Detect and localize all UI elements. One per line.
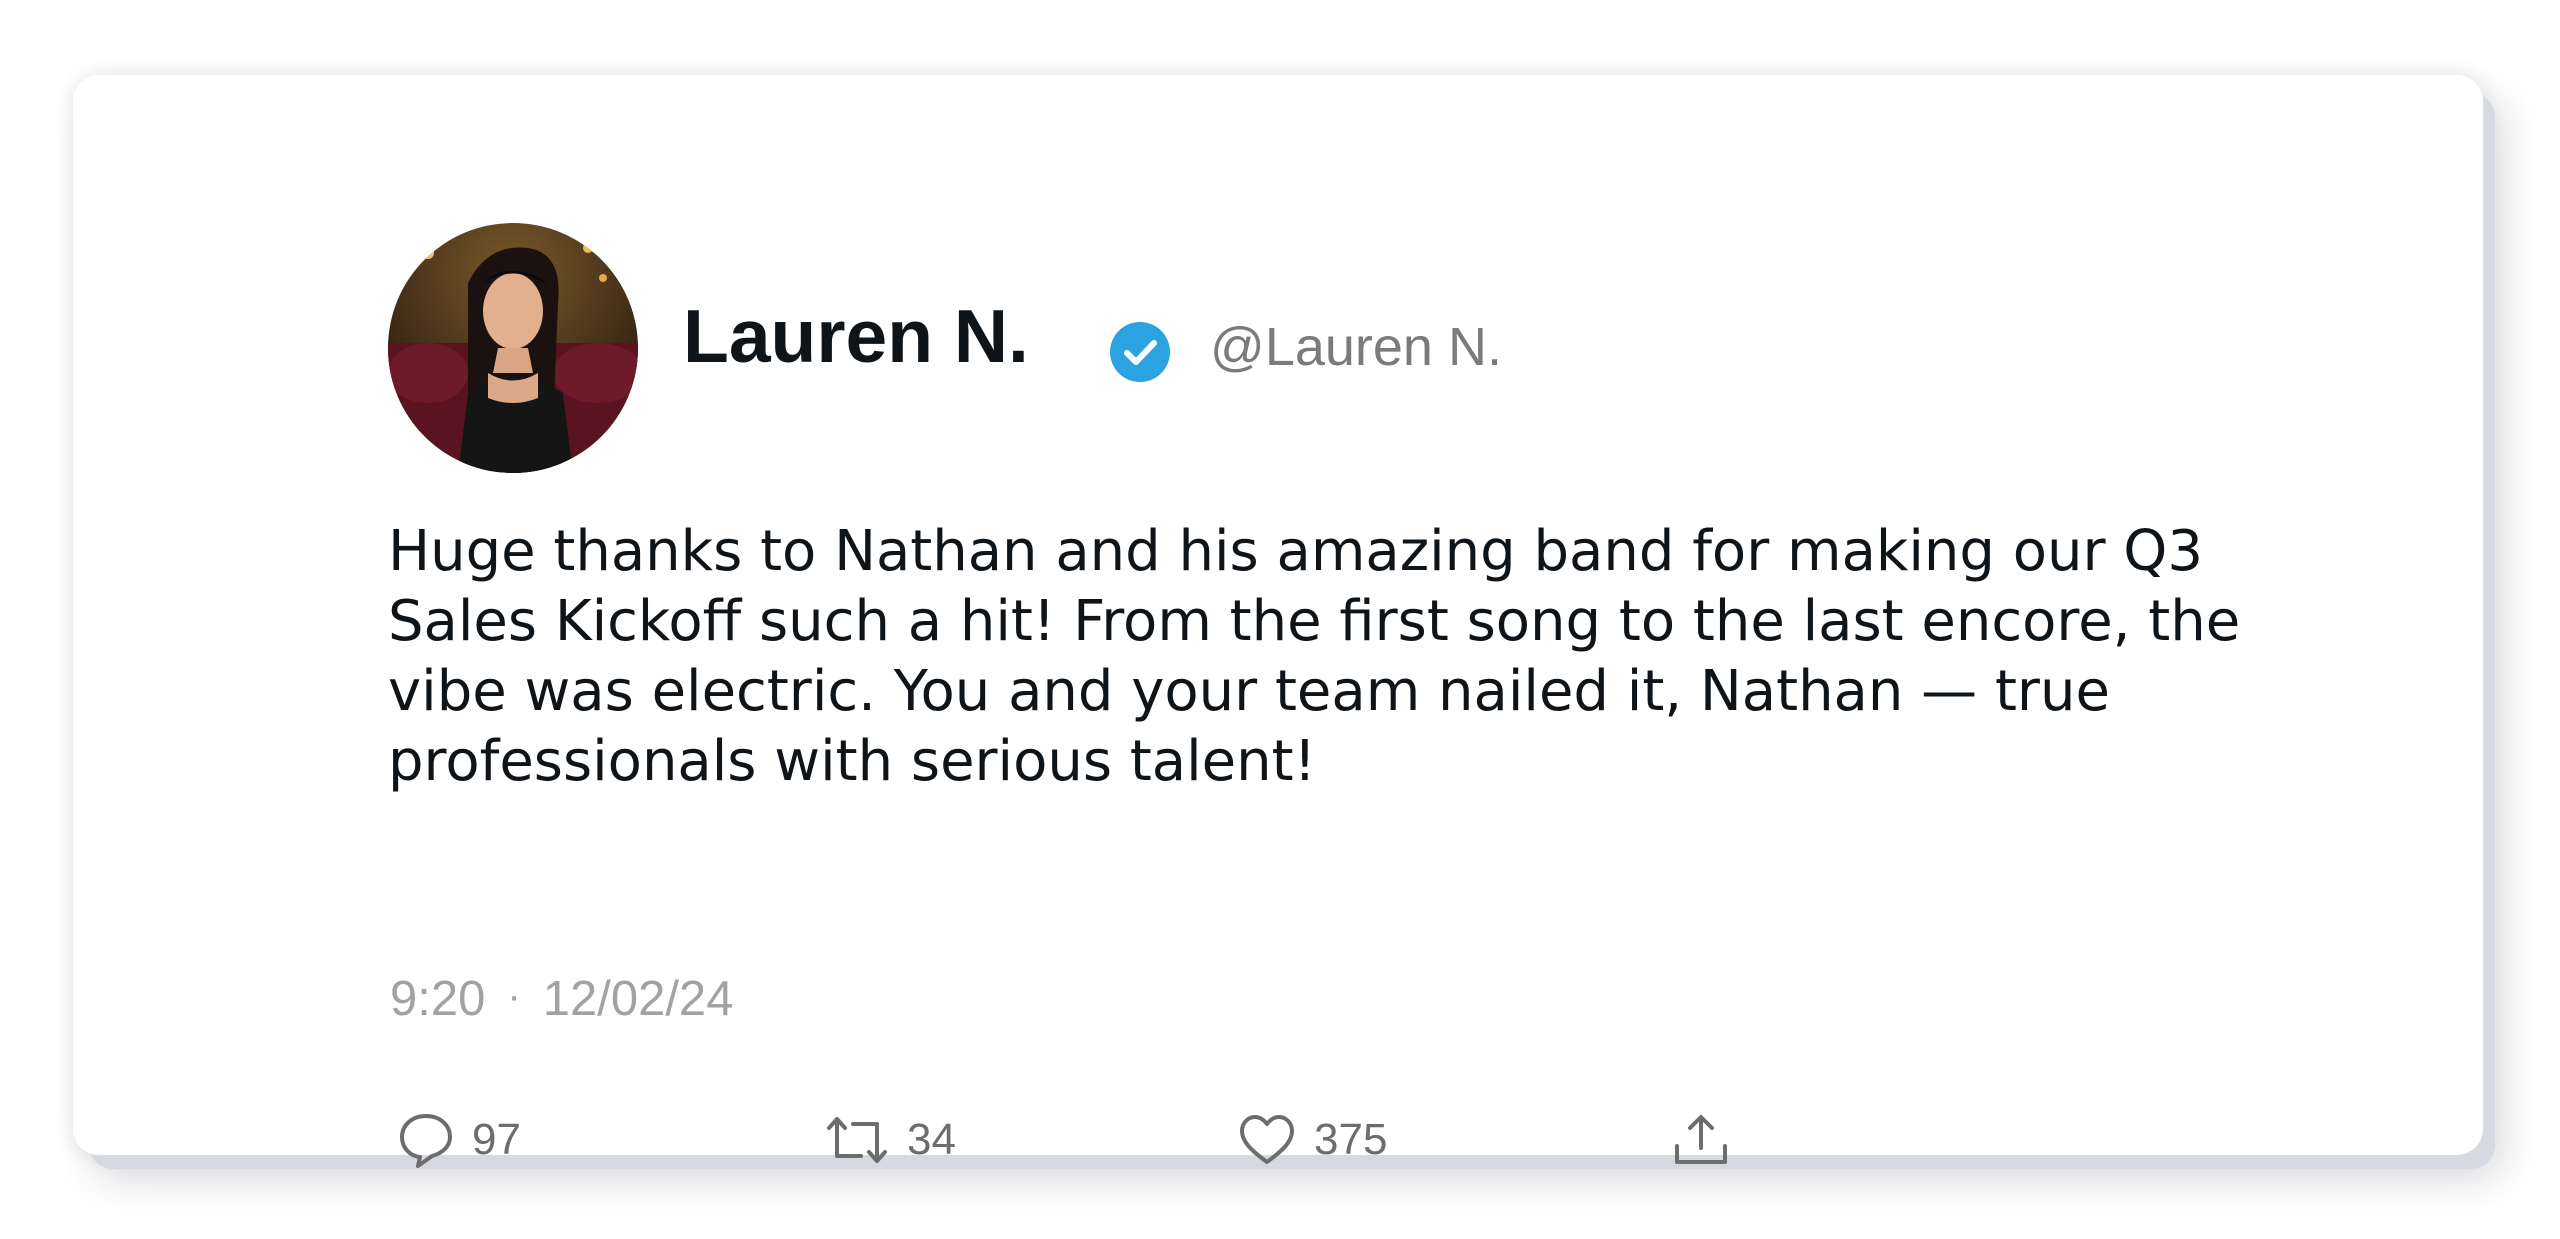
avatar[interactable] [388,223,638,473]
display-name[interactable]: Lauren N. [683,299,1029,374]
handle[interactable]: @Lauren N. [1210,320,1502,374]
retweet-icon [827,1117,887,1163]
tweet-text: Huge thanks to Nathan and his amazing ba… [388,519,2241,794]
tweet-timestamp[interactable]: 9:20 · 12/02/24 [390,975,733,1024]
tweet-date: 12/02/24 [542,972,734,1026]
reply-button[interactable]: 97 [398,1105,521,1175]
reply-icon [400,1114,452,1168]
verified-badge-icon [1110,322,1170,382]
share-button[interactable] [1673,1105,1729,1175]
like-count: 375 [1314,1115,1388,1164]
avatar-photo [388,223,638,473]
meta-separator: · [507,974,521,1018]
heart-icon [1240,1115,1294,1164]
tweet-time: 9:20 [390,972,486,1026]
retweet-button[interactable]: 34 [825,1105,956,1175]
reply-count: 97 [472,1115,521,1164]
retweet-count: 34 [907,1115,956,1164]
share-icon [1675,1115,1727,1164]
tweet-card: Lauren N. @Lauren N. Huge thanks to Nath… [73,75,2483,1168]
like-button[interactable]: 375 [1238,1105,1387,1175]
